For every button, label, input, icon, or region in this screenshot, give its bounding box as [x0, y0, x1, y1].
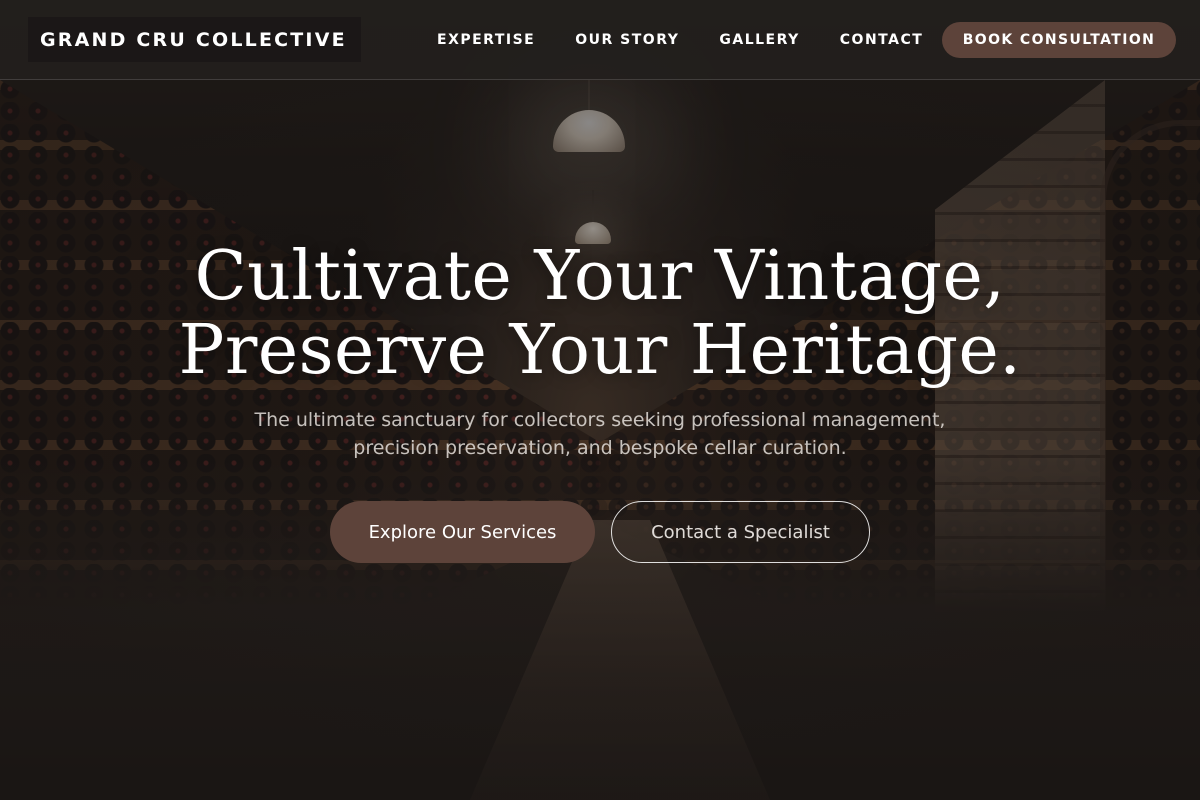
contact-specialist-button[interactable]: Contact a Specialist	[611, 501, 870, 563]
main-nav: EXPERTISE OUR STORY GALLERY CONTACT	[437, 31, 963, 49]
hero-subtitle-line-1: The ultimate sanctuary for collectors se…	[254, 409, 946, 431]
nav-link-our-story[interactable]: OUR STORY	[575, 31, 679, 49]
hero-subtitle-line-2: precision preservation, and bespoke cell…	[353, 437, 847, 459]
hero-subtitle: The ultimate sanctuary for collectors se…	[200, 406, 1000, 462]
hero-title-line-2: Preserve Your Heritage.	[178, 311, 1022, 390]
nav-link-contact[interactable]: CONTACT	[840, 31, 924, 49]
site-header: GRAND CRU COLLECTIVE EXPERTISE OUR STORY…	[0, 0, 1200, 80]
brand-logo[interactable]: GRAND CRU COLLECTIVE	[28, 17, 361, 62]
hero-section: Cultivate Your Vintage, Preserve Your He…	[0, 80, 1200, 800]
nav-link-gallery[interactable]: GALLERY	[719, 31, 799, 49]
explore-services-button[interactable]: Explore Our Services	[330, 501, 595, 563]
hero-title-line-1: Cultivate Your Vintage,	[194, 237, 1006, 316]
hero-title: Cultivate Your Vintage, Preserve Your He…	[0, 240, 1200, 388]
nav-link-expertise[interactable]: EXPERTISE	[437, 31, 535, 49]
book-consultation-button[interactable]: BOOK CONSULTATION	[942, 22, 1176, 58]
